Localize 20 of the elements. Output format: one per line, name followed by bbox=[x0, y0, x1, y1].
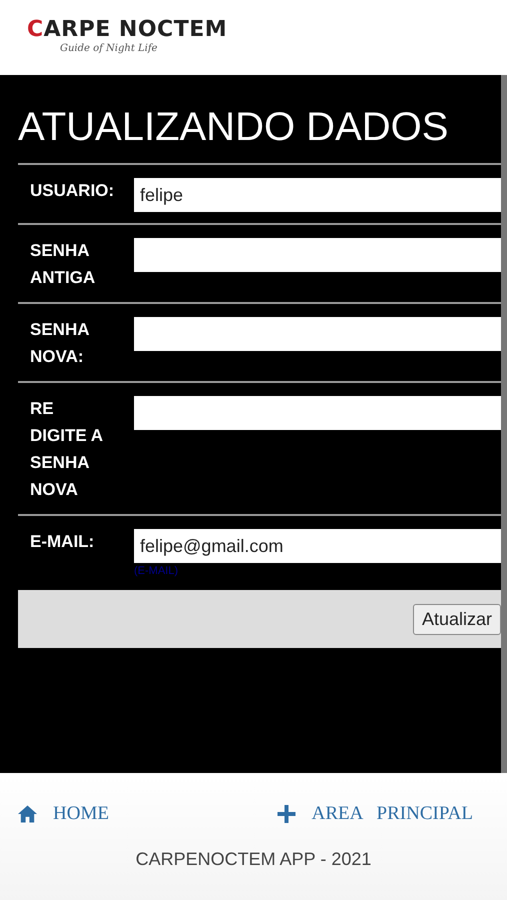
home-icon bbox=[18, 805, 37, 823]
tagline: Guide of Night Life bbox=[60, 42, 158, 56]
page-title: ATUALIZANDO DADOS bbox=[18, 104, 450, 151]
logo-text: CARPE NOCTEM bbox=[27, 18, 228, 42]
input-field[interactable]: felipe bbox=[134, 178, 501, 212]
field-label: RE DIGITE A SENHA NOVA bbox=[29, 398, 104, 501]
input-field[interactable] bbox=[134, 238, 501, 272]
nav-link[interactable]: HOME bbox=[18, 803, 109, 825]
field-label: SENHA ANTIGA bbox=[29, 240, 96, 289]
plus-icon bbox=[276, 805, 296, 823]
input-field[interactable] bbox=[134, 396, 501, 430]
field-label: E-MAIL: bbox=[29, 531, 96, 553]
nav-link[interactable]: AREA PRINCIPAL bbox=[276, 803, 473, 825]
footer-text: CARPENOCTEM APP - 2021 bbox=[134, 849, 372, 870]
update-button[interactable]: Atualizar bbox=[412, 604, 501, 634]
field-hint: (E-MAIL) bbox=[134, 565, 179, 577]
input-field[interactable]: felipe@gmail.com bbox=[134, 529, 501, 563]
input-field[interactable] bbox=[134, 317, 501, 351]
field-label: SENHA NOVA: bbox=[29, 319, 91, 368]
field-label: USUARIO: bbox=[29, 180, 116, 202]
